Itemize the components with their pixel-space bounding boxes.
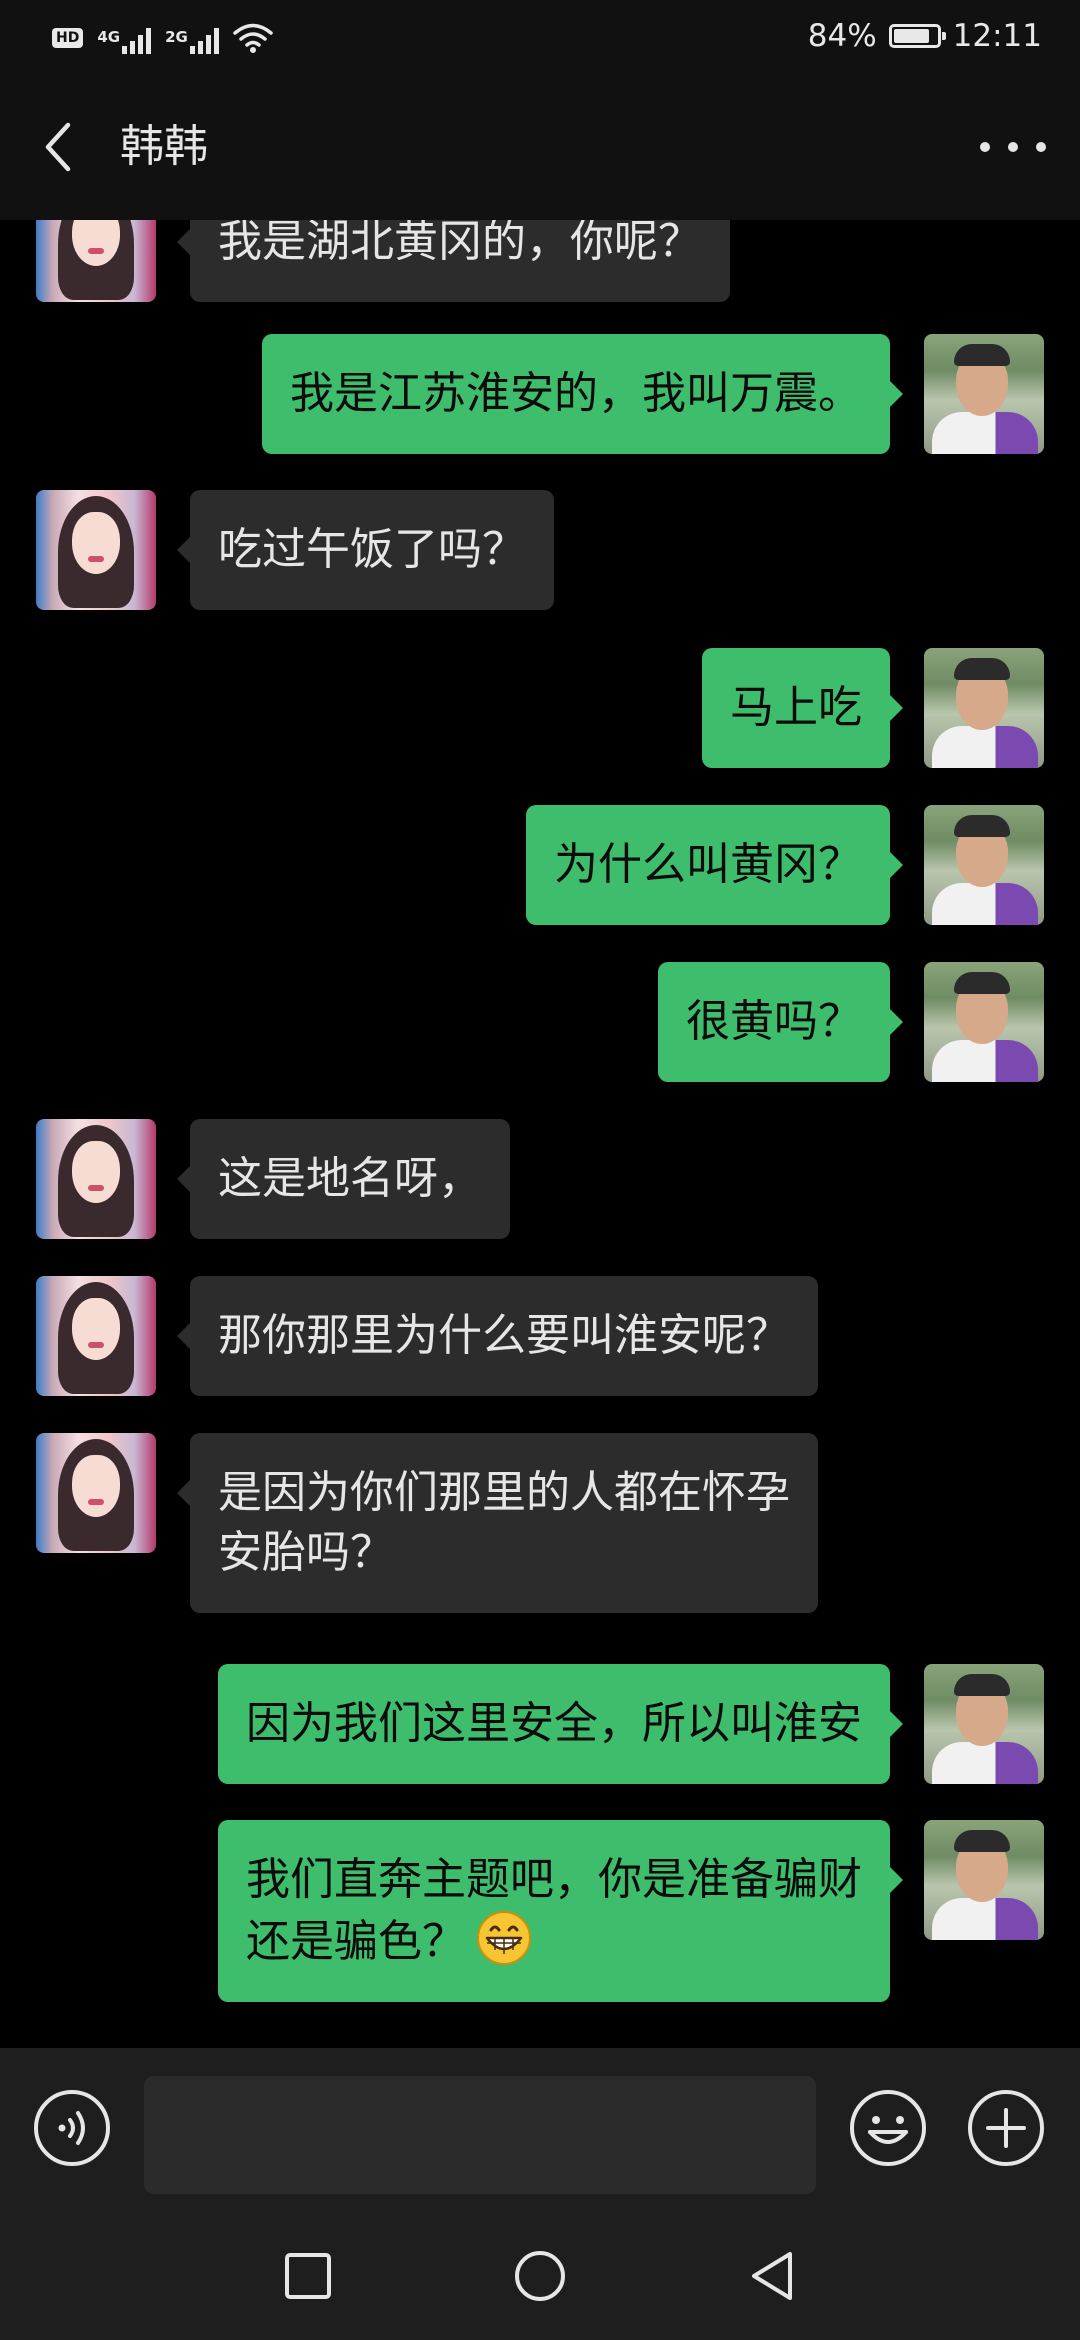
- message-bubble[interactable]: 我是湖北黄冈的，你呢？: [177, 220, 730, 302]
- message-bubble[interactable]: 我是江苏淮安的，我叫万震。: [262, 334, 903, 454]
- signal-icon: [189, 28, 219, 54]
- chat-title: 韩韩: [120, 121, 208, 172]
- battery-percent: 84%: [807, 18, 877, 54]
- my-avatar[interactable]: [924, 805, 1044, 925]
- my-avatar[interactable]: [924, 1664, 1044, 1784]
- network-4g: 4G: [97, 28, 152, 54]
- grinning-emoji-icon: [477, 1911, 531, 1965]
- contact-avatar[interactable]: [36, 220, 156, 302]
- network-4g-label: 4G: [97, 28, 121, 46]
- chat-message-list[interactable]: 我是湖北黄冈的，你呢？ 我是江苏淮安的，我叫万震。 吃过午饭了吗？ 马上吃 为什…: [0, 220, 1080, 2048]
- voice-icon[interactable]: [32, 2088, 112, 2168]
- message-bubble[interactable]: 因为我们这里安全，所以叫淮安: [218, 1664, 903, 1784]
- message-bubble[interactable]: 马上吃: [702, 648, 903, 768]
- emoji-icon[interactable]: [848, 2088, 928, 2168]
- message-text: 我们直奔主题吧，你是准备骗财 还是骗色？: [246, 1854, 862, 1967]
- my-avatar[interactable]: [924, 334, 1044, 454]
- message-bubble[interactable]: 那你那里为什么要叫淮安呢？: [177, 1276, 818, 1396]
- signal-icon: [122, 28, 152, 54]
- status-left: HD 4G 2G: [52, 18, 273, 54]
- network-2g: 2G: [165, 28, 219, 54]
- contact-avatar[interactable]: [36, 490, 156, 610]
- message-bubble[interactable]: 为什么叫黄冈？: [526, 805, 903, 925]
- battery-fill: [893, 29, 929, 43]
- contact-avatar[interactable]: [36, 1119, 156, 1239]
- my-avatar[interactable]: [924, 962, 1044, 1082]
- triangle-back-icon[interactable]: [742, 2246, 802, 2306]
- circle-icon[interactable]: [510, 2246, 570, 2306]
- message-bubble[interactable]: 很黄吗？: [658, 962, 903, 1082]
- my-avatar[interactable]: [924, 648, 1044, 768]
- message-bubble[interactable]: 这是地名呀，: [177, 1119, 510, 1239]
- contact-avatar[interactable]: [36, 1276, 156, 1396]
- message-bubble[interactable]: 吃过午饭了吗？: [177, 490, 554, 610]
- status-bar: HD 4G 2G 84% 12:11: [0, 0, 1080, 74]
- my-avatar[interactable]: [924, 1820, 1044, 1940]
- message-bubble[interactable]: 是因为你们那里的人都在怀孕 安胎吗？: [177, 1433, 818, 1613]
- status-right: 84% 12:11: [808, 14, 1042, 58]
- network-2g-label: 2G: [165, 28, 188, 46]
- battery-icon: [888, 24, 946, 48]
- chat-input-bar: [0, 2048, 1080, 2210]
- plus-icon[interactable]: [966, 2088, 1046, 2168]
- chat-header: 韩韩: [0, 74, 1080, 220]
- clock: 12:11: [952, 18, 1042, 54]
- message-bubble[interactable]: 我们直奔主题吧，你是准备骗财 还是骗色？: [218, 1820, 903, 2002]
- wifi-icon: [233, 23, 273, 53]
- hd-badge: HD: [52, 28, 84, 48]
- contact-avatar[interactable]: [36, 1433, 156, 1553]
- message-input[interactable]: [144, 2076, 816, 2194]
- back-arrow-icon[interactable]: [36, 119, 86, 175]
- more-dots-icon[interactable]: [980, 124, 1046, 170]
- system-nav-bar: [0, 2210, 1080, 2340]
- square-icon[interactable]: [278, 2246, 338, 2306]
